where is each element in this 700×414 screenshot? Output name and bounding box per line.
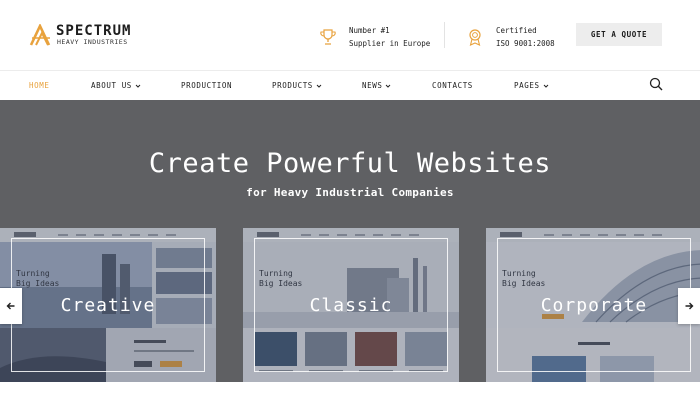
arrow-right-icon [685, 302, 694, 310]
chevron-down-icon [386, 84, 391, 88]
chevron-down-icon [543, 84, 548, 88]
nav-item-label: PRODUCTION [181, 81, 233, 90]
demo-card-label: Corporate [540, 295, 648, 316]
info-line1: Certified [496, 26, 537, 35]
page-bottom-space [0, 382, 700, 414]
hero-title: Create Powerful Websites [148, 148, 552, 179]
chevron-down-icon [135, 84, 141, 88]
nav-item-pages[interactable]: PAGES [514, 81, 549, 90]
logo-title: SPECTRUM [56, 23, 132, 39]
main-nav: HOME ABOUT US PRODUCTION PRODUCTS NEWS C… [0, 70, 700, 100]
demo-card-creative[interactable]: Turning Big Ideas Creative [0, 228, 216, 382]
info-line2: Supplier in Europe [349, 39, 431, 48]
demo-card-corporate[interactable]: Turning Big Ideas Corporate [486, 228, 700, 382]
nav-item-production[interactable]: PRODUCTION [181, 81, 232, 90]
logo-mark-icon [29, 24, 51, 46]
nav-item-label: PAGES [514, 81, 540, 90]
nav-item-label: CONTACTS [432, 81, 473, 90]
site-header: SPECTRUM HEAVY INDUSTRIES Number #1 Supp… [0, 0, 700, 70]
info-line1: Number #1 [349, 26, 390, 35]
header-divider [444, 22, 445, 48]
header-info-supplier: Number #1 Supplier in Europe [319, 25, 430, 49]
nav-item-label: ABOUT US [91, 81, 132, 90]
demo-card-label: Creative [60, 295, 156, 316]
info-line2: ISO 9001:2008 [496, 39, 555, 48]
nav-item-contacts[interactable]: CONTACTS [432, 81, 473, 90]
nav-item-products[interactable]: PRODUCTS [272, 81, 322, 90]
nav-item-home[interactable]: HOME [29, 81, 49, 90]
nav-item-news[interactable]: NEWS [362, 81, 391, 90]
logo-tagline: HEAVY INDUSTRIES [57, 38, 128, 46]
carousel-prev-button[interactable] [0, 288, 22, 324]
carousel-next-button[interactable] [678, 288, 700, 324]
demo-card-classic[interactable]: Turning Big Ideas Classic [243, 228, 459, 382]
nav-item-label: NEWS [362, 81, 383, 90]
nav-item-label: PRODUCTS [272, 81, 313, 90]
search-icon[interactable] [649, 77, 663, 91]
logo[interactable]: SPECTRUM HEAVY INDUSTRIES [29, 22, 139, 48]
demo-card-label: Classic [309, 295, 393, 316]
nav-item-label: HOME [29, 81, 50, 90]
arrow-left-icon [6, 302, 15, 310]
header-info-certified: Certified ISO 9001:2008 [466, 25, 555, 49]
trophy-icon [320, 29, 336, 45]
get-a-quote-button[interactable]: GET A QUOTE [576, 23, 662, 46]
chevron-down-icon [316, 84, 322, 88]
hero-subtitle: for Heavy Industrial Companies [246, 186, 454, 199]
nav-item-about-us[interactable]: ABOUT US [91, 81, 141, 90]
award-badge-icon [469, 29, 481, 46]
